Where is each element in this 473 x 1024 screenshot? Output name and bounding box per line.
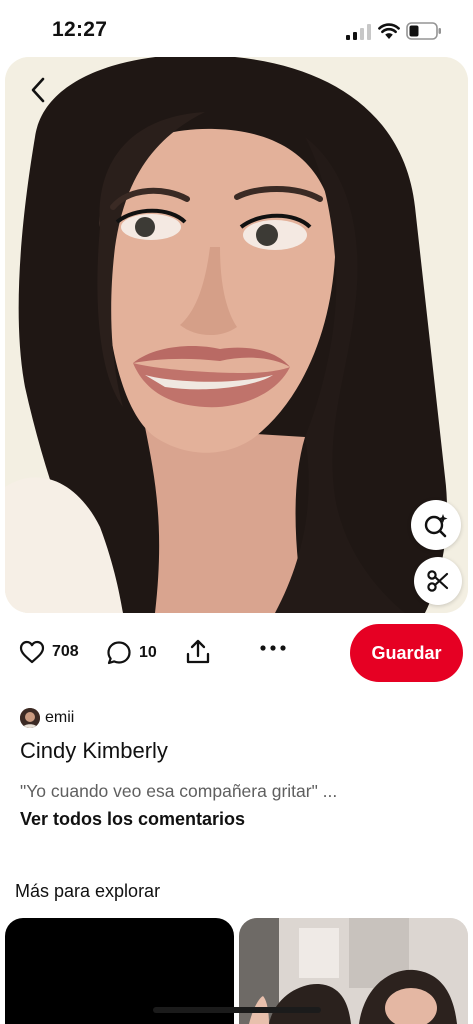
heart-icon bbox=[19, 640, 45, 664]
comment-button[interactable]: 10 bbox=[106, 640, 157, 666]
pin-image[interactable] bbox=[5, 57, 468, 613]
share-button[interactable] bbox=[184, 638, 212, 666]
like-button[interactable]: 708 bbox=[19, 640, 79, 664]
explore-heading: Más para explorar bbox=[15, 881, 161, 901]
comment-count: 10 bbox=[139, 644, 157, 661]
avatar[interactable] bbox=[20, 708, 40, 728]
author-row[interactable]: emii bbox=[20, 708, 74, 728]
status-bar: 12:27 bbox=[0, 0, 473, 56]
pin-photo-illustration bbox=[5, 57, 468, 613]
more-dots-icon bbox=[260, 645, 286, 651]
like-count: 708 bbox=[52, 643, 79, 660]
save-button[interactable]: Guardar bbox=[350, 624, 463, 682]
status-time: 12:27 bbox=[52, 18, 108, 41]
comment-bubble-icon bbox=[107, 641, 131, 665]
lens-search-icon bbox=[424, 514, 448, 538]
back-button[interactable] bbox=[20, 68, 56, 112]
chevron-left-icon bbox=[31, 77, 45, 103]
wifi-icon bbox=[378, 23, 400, 39]
battery-icon bbox=[406, 22, 441, 40]
view-comments-link[interactable]: Ver todos los comentarios bbox=[20, 809, 245, 830]
share-icon bbox=[186, 639, 210, 664]
scissors-icon bbox=[427, 570, 449, 592]
author-name[interactable]: emii bbox=[45, 709, 74, 727]
pin-title: Cindy Kimberly bbox=[20, 738, 168, 763]
cutout-button[interactable] bbox=[414, 557, 462, 605]
pin-action-bar: 708 10 Guardar bbox=[0, 622, 473, 686]
avatar-image bbox=[20, 708, 40, 728]
visual-search-button[interactable] bbox=[411, 500, 461, 550]
cellular-signal-icon bbox=[346, 24, 371, 40]
pin-description[interactable]: "Yo cuando veo esa compañera gritar" ... bbox=[20, 781, 337, 802]
home-indicator[interactable] bbox=[153, 1007, 321, 1013]
more-options-button[interactable] bbox=[259, 644, 287, 652]
